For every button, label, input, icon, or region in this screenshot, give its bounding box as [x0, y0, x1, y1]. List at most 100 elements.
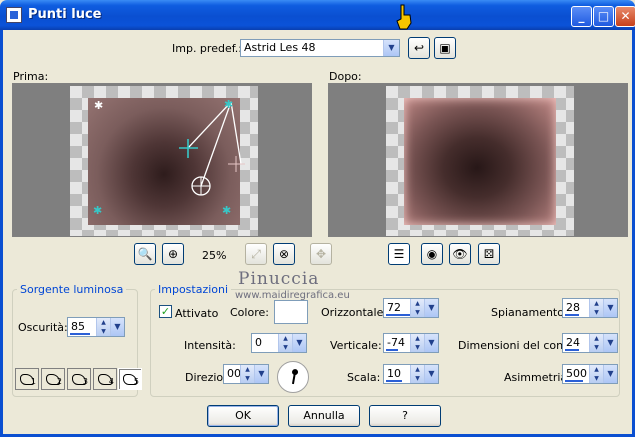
after-label: Dopo: — [329, 70, 362, 83]
before-preview[interactable]: ✱ ✱ ✱ ✱ — [12, 83, 312, 237]
direction-needle-icon — [291, 371, 297, 385]
svg-text:✱: ✱ — [222, 204, 231, 217]
reset-preset-button[interactable]: ↩ — [408, 37, 430, 59]
magnifier-plus-icon: ⊕ — [167, 247, 179, 261]
cancel-button[interactable]: Annulla — [288, 405, 360, 427]
intensity-spinner[interactable]: 0 ▲ ▼ ▼ — [251, 333, 307, 353]
darkness-value: 85 — [71, 320, 85, 333]
asymmetry-label: Asimmetria: — [504, 371, 571, 384]
horizontal-value: 72 — [387, 301, 401, 314]
proof-toggle-button[interactable]: ☰ — [388, 243, 410, 265]
light-shape-5-button[interactable]: 5 — [118, 368, 142, 390]
up-down-arrows-icon[interactable]: ▲ ▼ — [278, 334, 292, 352]
preview-button[interactable]: 👁 — [449, 243, 471, 265]
ok-button[interactable]: OK — [207, 405, 279, 427]
zoom-in-button[interactable]: ⊕ — [162, 243, 184, 265]
flatten-label: Spianamento: — [491, 306, 568, 319]
light-editor-overlay[interactable]: ✱ ✱ ✱ ✱ — [13, 84, 313, 238]
asymmetry-value: 500 — [566, 367, 587, 380]
light-source-title: Sorgente luminosa — [17, 283, 127, 296]
horizontal-spinner[interactable]: 72 ▲ ▼ ▼ — [383, 298, 439, 318]
minimize-button[interactable]: _ — [571, 6, 592, 27]
asymmetry-spinner[interactable]: 500 ▲ ▼ ▼ — [562, 364, 618, 384]
app-icon — [6, 7, 22, 23]
preset-label: Imp. predef.: — [172, 42, 242, 55]
preset-select[interactable]: Astrid Les 48 ▼ — [240, 39, 400, 57]
auto-proof-button[interactable]: ◉ — [421, 243, 443, 265]
before-label: Prima: — [13, 70, 49, 83]
scale-label: Scala: — [347, 371, 381, 384]
flatten-spinner[interactable]: 28 ▲ ▼ ▼ — [562, 298, 618, 318]
chevron-down-icon[interactable]: ▼ — [603, 334, 617, 352]
after-image — [404, 98, 556, 225]
fit-icon: ⤢ — [251, 247, 261, 261]
vertical-value: -74 — [387, 336, 405, 349]
up-down-arrows-icon[interactable]: ▲ ▼ — [589, 365, 603, 383]
close-button[interactable]: ✕ — [615, 6, 635, 27]
light-shape-3-button[interactable]: 3 — [67, 368, 91, 390]
title-bar[interactable]: Punti luce _ □ ✕ — [0, 0, 635, 30]
chevron-down-icon[interactable]: ▼ — [603, 365, 617, 383]
enabled-label: Attivato — [175, 307, 219, 320]
light-shape-4-button[interactable]: 4 — [93, 368, 117, 390]
eye-lock-icon: ◉ — [426, 247, 438, 261]
chevron-down-icon[interactable]: ▼ — [603, 299, 617, 317]
preset-value: Astrid Les 48 — [244, 41, 316, 54]
window-title: Punti luce — [28, 7, 102, 22]
intensity-value: 0 — [255, 336, 262, 349]
direction-spinner[interactable]: 00 ▲ ▼ ▼ — [223, 364, 269, 384]
pan-button[interactable]: ✥ — [310, 243, 332, 265]
darkness-spinner[interactable]: 85 ▲ ▼ ▼ — [67, 317, 125, 337]
cone-size-value: 24 — [566, 336, 580, 349]
direction-value: 00 — [227, 367, 241, 380]
dice-icon: ⚄ — [483, 247, 495, 261]
magnifier-icon: ⊗ — [278, 247, 290, 261]
color-label: Colore: — [230, 306, 269, 319]
chevron-down-icon[interactable]: ▼ — [383, 40, 399, 56]
chevron-down-icon[interactable]: ▼ — [292, 334, 306, 352]
list-icon: ☰ — [393, 247, 405, 261]
cone-size-spinner[interactable]: 24 ▲ ▼ ▼ — [562, 333, 618, 353]
save-disk-icon: ▣ — [439, 41, 451, 55]
up-down-arrows-icon[interactable]: ▲ ▼ — [240, 365, 254, 383]
undo-arrow-icon: ↩ — [413, 41, 425, 55]
up-down-arrows-icon[interactable]: ▲ ▼ — [410, 365, 424, 383]
chevron-down-icon[interactable]: ▼ — [110, 318, 124, 336]
randomize-button[interactable]: ⚄ — [478, 243, 500, 265]
light-shape-1-button[interactable]: 1 — [15, 368, 39, 390]
move-icon: ✥ — [315, 247, 327, 261]
save-preset-button[interactable]: ▣ — [434, 37, 456, 59]
svg-text:✱: ✱ — [93, 204, 102, 217]
fit-to-window-button[interactable]: ⤢ — [245, 243, 267, 265]
direction-dial[interactable] — [277, 361, 309, 393]
cone-size-label: Dimensioni del cono: — [458, 339, 574, 352]
eye-icon: 👁 — [452, 247, 468, 261]
chevron-down-icon[interactable]: ▼ — [424, 299, 438, 317]
horizontal-label: Orizzontale: — [321, 306, 388, 319]
up-down-arrows-icon[interactable]: ▲ ▼ — [589, 299, 603, 317]
settings-title: Impostazioni — [155, 283, 232, 296]
up-down-arrows-icon[interactable]: ▲ ▼ — [410, 299, 424, 317]
hand-pointer-icon — [396, 4, 412, 30]
help-button[interactable]: ? — [369, 405, 441, 427]
chevron-down-icon[interactable]: ▼ — [424, 365, 438, 383]
chevron-down-icon[interactable]: ▼ — [424, 334, 438, 352]
vertical-spinner[interactable]: -74 ▲ ▼ ▼ — [383, 333, 439, 353]
up-down-arrows-icon[interactable]: ▲ ▼ — [589, 334, 603, 352]
chevron-down-icon[interactable]: ▼ — [254, 365, 268, 383]
intensity-label: Intensità: — [184, 339, 236, 352]
vertical-label: Verticale: — [330, 339, 382, 352]
svg-text:✱: ✱ — [94, 99, 103, 112]
zoom-out-button[interactable]: 🔍 — [134, 243, 156, 265]
actual-size-button[interactable]: ⊗ — [273, 243, 295, 265]
color-swatch[interactable] — [274, 300, 308, 324]
light-shape-2-button[interactable]: 2 — [41, 368, 65, 390]
up-down-arrows-icon[interactable]: ▲ ▼ — [96, 318, 110, 336]
magnifier-minus-icon: 🔍 — [137, 247, 153, 261]
maximize-button[interactable]: □ — [593, 6, 614, 27]
zoom-level: 25% — [202, 249, 227, 262]
up-down-arrows-icon[interactable]: ▲ ▼ — [410, 334, 424, 352]
scale-spinner[interactable]: 10 ▲ ▼ ▼ — [383, 364, 439, 384]
watermark-name: Pinuccia — [238, 269, 320, 289]
enabled-checkbox[interactable]: ✓ — [159, 305, 172, 318]
